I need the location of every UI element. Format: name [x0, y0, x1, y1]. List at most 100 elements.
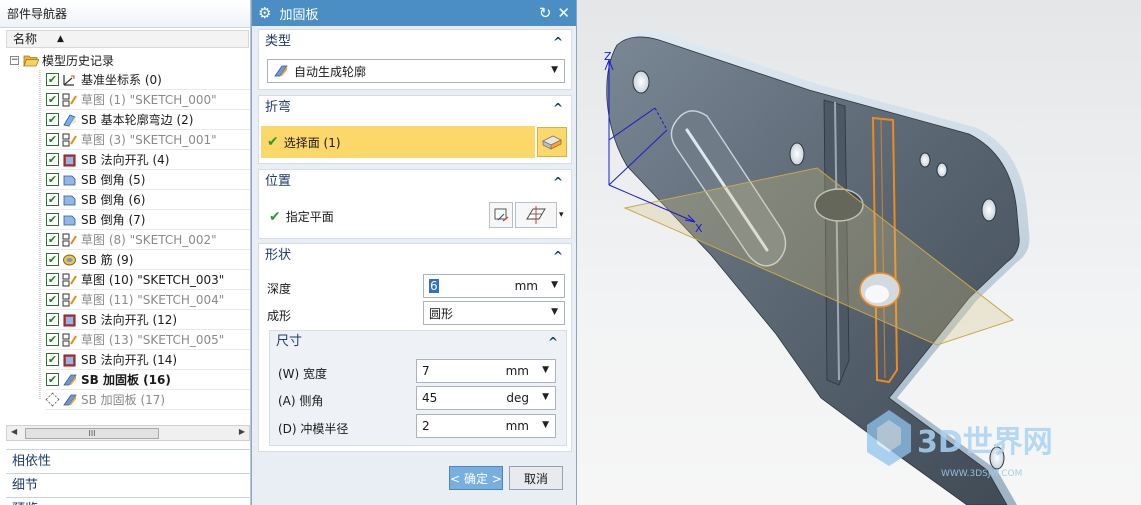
visibility-checkbox[interactable]: ✔: [46, 213, 59, 226]
angle-field[interactable]: 45 deg ▼: [416, 386, 556, 410]
position-group-header[interactable]: 位置 ^: [259, 170, 571, 194]
visibility-checkbox[interactable]: ✔: [46, 313, 59, 326]
tree-item-label: SB 倒角 (5): [81, 173, 146, 187]
collapse-caret-icon[interactable]: ^: [553, 96, 563, 120]
dropdown-arrow-icon[interactable]: ▼: [542, 420, 549, 430]
tree-item[interactable]: ✔ SB 加固板 (16): [46, 370, 250, 390]
visibility-checkbox[interactable]: ✔: [46, 353, 59, 366]
close-icon[interactable]: ✕: [557, 4, 570, 22]
reset-icon[interactable]: ↻: [539, 4, 552, 22]
tree-item[interactable]: ✔ 草图 (3) "SKETCH_001": [46, 130, 250, 150]
section-preview[interactable]: 预览: [6, 497, 250, 505]
dropdown-arrow-icon[interactable]: ▼: [542, 365, 549, 375]
hole: [981, 198, 997, 222]
tree-item[interactable]: ✔ 草图 (1) "SKETCH_000": [46, 90, 250, 110]
visibility-checkbox[interactable]: ✔: [46, 253, 59, 266]
visibility-checkbox[interactable]: ✔: [46, 73, 59, 86]
tree-item[interactable]: ✔ 草图 (11) "SKETCH_004": [46, 290, 250, 310]
scroll-left-icon[interactable]: ◀: [11, 427, 17, 436]
ok-button[interactable]: < 确定 >: [449, 466, 503, 490]
model-view[interactable]: Z X 3D世界网 WWW.3DSJW.COM: [577, 0, 1141, 505]
form-select[interactable]: 圆形 ▼: [423, 301, 565, 325]
gusset-icon: [63, 394, 77, 405]
horizontal-scrollbar[interactable]: ◀ III ▶: [6, 425, 250, 441]
dropdown-arrow-icon[interactable]: ▼: [551, 280, 558, 290]
position-header-label: 位置: [265, 174, 292, 189]
visibility-checkbox[interactable]: ✔: [46, 153, 59, 166]
tree-item[interactable]: ✔ SB 法向开孔 (14): [46, 350, 250, 370]
dialog-titlebar[interactable]: ⚙ 加固板 ↻ ✕: [252, 0, 576, 26]
navigator-title: 部件导航器: [0, 0, 250, 28]
type-select[interactable]: 自动生成轮廓 ▼: [267, 59, 565, 83]
visibility-checkbox[interactable]: ✔: [46, 173, 59, 186]
tree-item[interactable]: ✔ 基准坐标系 (0): [46, 70, 250, 90]
graphics-viewport[interactable]: Z X 3D世界网 WWW.3DSJW.COM: [577, 0, 1141, 505]
tree-item[interactable]: ✔ SB 筋 (9): [46, 250, 250, 270]
dropdown-arrow-icon[interactable]: ▼: [542, 392, 549, 402]
depth-field[interactable]: 6 mm ▼: [423, 274, 565, 298]
radius-value[interactable]: 2: [422, 419, 430, 433]
shape-group-header[interactable]: 形状 ^: [259, 244, 571, 268]
cancel-button[interactable]: 取消: [509, 466, 563, 490]
visibility-checkbox[interactable]: ✔: [46, 93, 59, 106]
face-select-icon: [542, 135, 562, 150]
collapse-icon[interactable]: −: [10, 55, 19, 65]
gear-icon[interactable]: ⚙: [258, 4, 271, 22]
scroll-right-icon[interactable]: ▶: [239, 427, 245, 436]
tree-item[interactable]: ✔ SB 法向开孔 (12): [46, 310, 250, 330]
tree-item[interactable]: ✔ SB 倒角 (7): [46, 210, 250, 230]
check-icon: ✔: [269, 208, 281, 225]
gusset-dialog: ⚙ 加固板 ↻ ✕ 类型 ^ 自动生成轮廓 ▼ 折弯 ^ ✔ 选择面 (1) 位…: [251, 0, 577, 505]
visibility-checkbox[interactable]: ✔: [46, 373, 59, 386]
tree-item[interactable]: ✔ 草图 (10) "SKETCH_003": [46, 270, 250, 290]
tree-item[interactable]: SB 加固板 (17): [45, 390, 250, 410]
visibility-checkbox[interactable]: ✔: [46, 233, 59, 246]
dimensions-header[interactable]: 尺寸 ^: [270, 331, 566, 353]
visibility-checkbox[interactable]: ✔: [46, 113, 59, 126]
collapse-caret-icon[interactable]: ^: [553, 170, 563, 194]
visibility-checkbox[interactable]: ✔: [46, 133, 59, 146]
tree-item-label: SB 倒角 (6): [81, 193, 146, 207]
bend-group-header[interactable]: 折弯 ^: [259, 96, 571, 120]
tree-item[interactable]: ✔ SB 法向开孔 (4): [46, 150, 250, 170]
tree-item[interactable]: ✔ SB 倒角 (6): [46, 190, 250, 210]
sketch-icon: [62, 233, 77, 246]
section-details[interactable]: 细节: [6, 473, 250, 496]
type-group-header[interactable]: 类型 ^: [259, 30, 571, 54]
position-group: 位置 ^ ✔ 指定平面 ▾: [258, 169, 572, 239]
dropdown-arrow-icon[interactable]: ▼: [551, 65, 558, 75]
collapse-caret-icon[interactable]: ^: [548, 331, 558, 353]
angle-unit: deg: [506, 391, 529, 405]
visibility-checkbox[interactable]: ✔: [46, 293, 59, 306]
tree-root-model-history[interactable]: − 模型历史记录: [10, 51, 114, 69]
column-header-name[interactable]: 名称 ▲: [6, 30, 249, 48]
select-face-field[interactable]: ✔ 选择面 (1): [261, 126, 535, 158]
tree-item-label: SB 加固板 (16): [81, 373, 171, 387]
section-dependencies[interactable]: 相依性: [6, 449, 250, 472]
tree-item[interactable]: ✔ 草图 (13) "SKETCH_005": [46, 330, 250, 350]
visibility-checkbox[interactable]: ✔: [46, 333, 59, 346]
visibility-checkbox[interactable]: ✔: [46, 193, 59, 206]
check-icon: ✔: [267, 134, 279, 150]
bend-header-label: 折弯: [265, 100, 292, 115]
face-selector-button[interactable]: [537, 127, 567, 157]
tree-item[interactable]: ✔ 草图 (8) "SKETCH_002": [46, 230, 250, 250]
angle-value[interactable]: 45: [422, 391, 437, 405]
bend-group: 折弯 ^ ✔ 选择面 (1): [258, 95, 572, 164]
collapse-caret-icon[interactable]: ^: [553, 30, 563, 54]
depth-value[interactable]: 6: [429, 279, 439, 293]
width-value[interactable]: 7: [422, 364, 430, 378]
dropdown-arrow-icon[interactable]: ▼: [551, 307, 558, 317]
dropdown-arrow-icon[interactable]: ▾: [559, 210, 564, 220]
visibility-checkbox[interactable]: ✔: [46, 273, 59, 286]
width-field[interactable]: 7 mm ▼: [416, 359, 556, 383]
tree-item[interactable]: ✔ SB 倒角 (5): [46, 170, 250, 190]
radius-field[interactable]: 2 mm ▼: [416, 414, 556, 438]
plane-method-button[interactable]: [515, 202, 557, 228]
scroll-thumb[interactable]: III: [25, 428, 159, 439]
specify-plane-row: ✔ 指定平面: [269, 208, 334, 225]
collapse-caret-icon[interactable]: ^: [553, 244, 563, 268]
plane-constructor-button[interactable]: [489, 202, 513, 228]
tree-item[interactable]: ✔ SB 基本轮廓弯边 (2): [46, 110, 250, 130]
depth-unit: mm: [514, 279, 538, 293]
